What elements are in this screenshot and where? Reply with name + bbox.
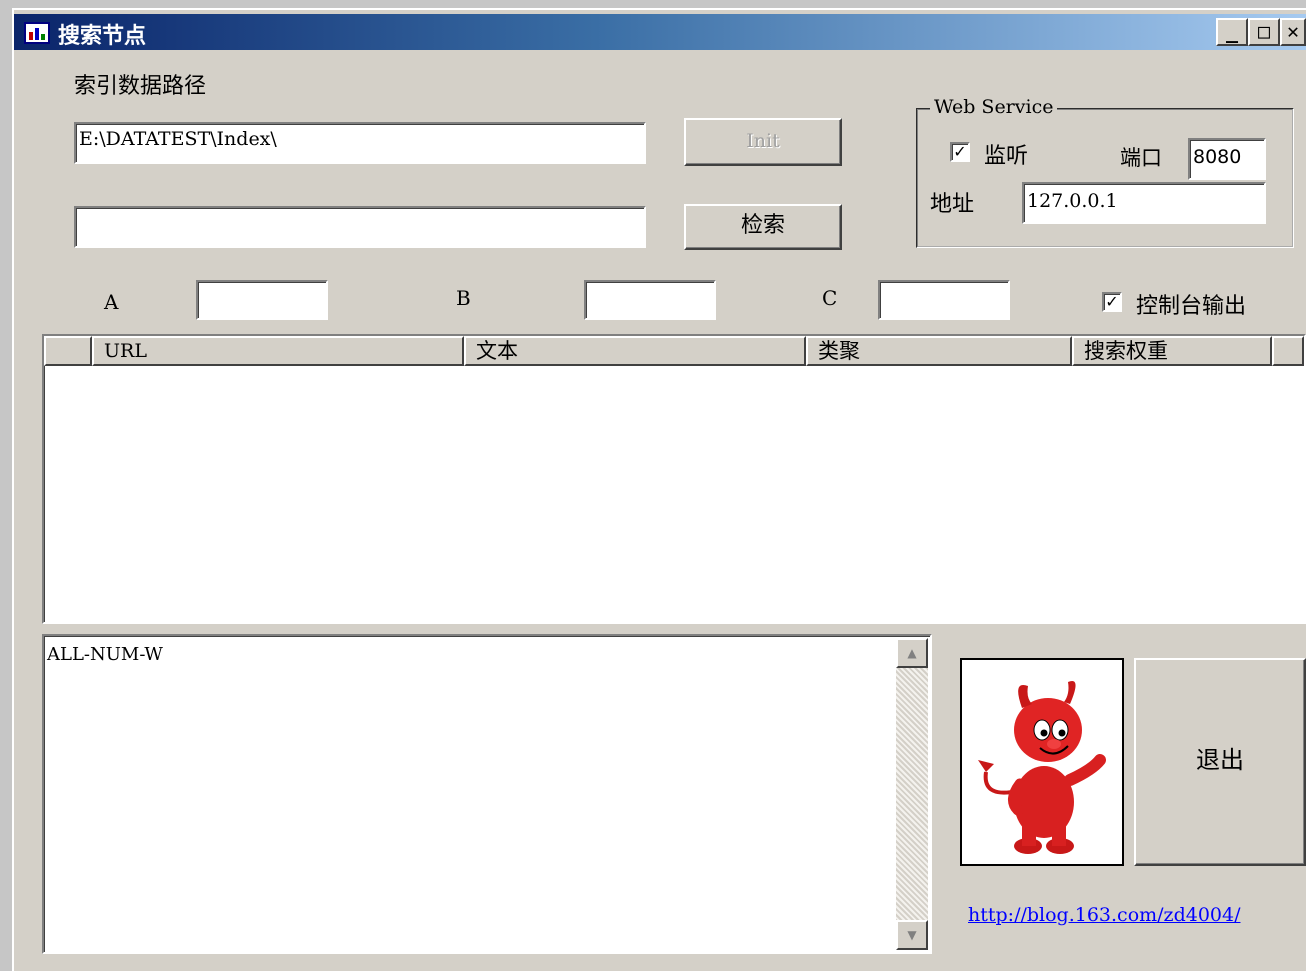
console-output-label: 控制台输出	[1136, 294, 1247, 319]
param-c-label: C	[822, 286, 838, 310]
list-header-filler	[1272, 336, 1304, 366]
search-button[interactable]: 检索	[684, 204, 842, 250]
param-a-value	[198, 282, 326, 286]
index-path-label: 索引数据路径	[74, 74, 207, 99]
param-b-label: B	[456, 286, 471, 310]
window-title: 搜索节点	[58, 24, 147, 49]
param-c-input[interactable]	[878, 280, 1010, 320]
list-header-blank	[44, 336, 92, 366]
scroll-up-icon[interactable]: ▲	[896, 638, 928, 668]
log-text: ALL-NUM-W	[47, 644, 163, 665]
param-b-value	[586, 282, 714, 286]
param-c-value	[880, 282, 1008, 286]
app-chart-icon	[24, 22, 50, 44]
column-header-url[interactable]: URL	[92, 336, 464, 366]
param-a-input[interactable]	[196, 280, 328, 320]
port-label: 端口	[1120, 146, 1162, 170]
console-output-checkbox[interactable]: ✓	[1102, 292, 1122, 312]
minimize-button[interactable]: _	[1216, 18, 1248, 46]
maximize-button[interactable]: □	[1248, 18, 1280, 46]
column-header-cluster[interactable]: 类聚	[806, 336, 1072, 366]
web-service-label: Web Service	[930, 96, 1058, 118]
port-value: 8080	[1193, 146, 1242, 168]
log-output[interactable]: ALL-NUM-W	[42, 634, 932, 954]
address-label: 地址	[930, 192, 975, 217]
column-header-text[interactable]: 文本	[464, 336, 806, 366]
listen-label: 监听	[984, 144, 1029, 169]
log-scrollbar[interactable]: ▲ ▼	[896, 638, 928, 950]
port-input[interactable]: 8080	[1188, 138, 1266, 180]
address-input[interactable]: 127.0.0.1	[1022, 182, 1266, 224]
listen-checkbox[interactable]: ✓	[950, 142, 970, 162]
results-list[interactable]	[42, 334, 1306, 624]
bsd-daemon-image	[960, 658, 1124, 866]
search-value	[76, 208, 644, 212]
param-b-input[interactable]	[584, 280, 716, 320]
scroll-down-icon[interactable]: ▼	[896, 920, 928, 950]
title-bar[interactable]: 搜索节点 _ □ ✕	[14, 14, 1306, 50]
address-value: 127.0.0.1	[1027, 190, 1118, 212]
blog-link[interactable]: http://blog.163.com/zd4004/	[968, 904, 1241, 926]
index-path-input[interactable]: E:\DATATEST\Index\	[74, 122, 646, 164]
search-input[interactable]	[74, 206, 646, 248]
param-a-label: A	[104, 290, 119, 314]
column-header-weight[interactable]: 搜索权重	[1072, 336, 1272, 366]
index-path-value: E:\DATATEST\Index\	[79, 128, 277, 150]
exit-button[interactable]: 退出	[1134, 658, 1306, 866]
close-button[interactable]: ✕	[1280, 18, 1306, 46]
init-button[interactable]: Init	[684, 118, 842, 166]
